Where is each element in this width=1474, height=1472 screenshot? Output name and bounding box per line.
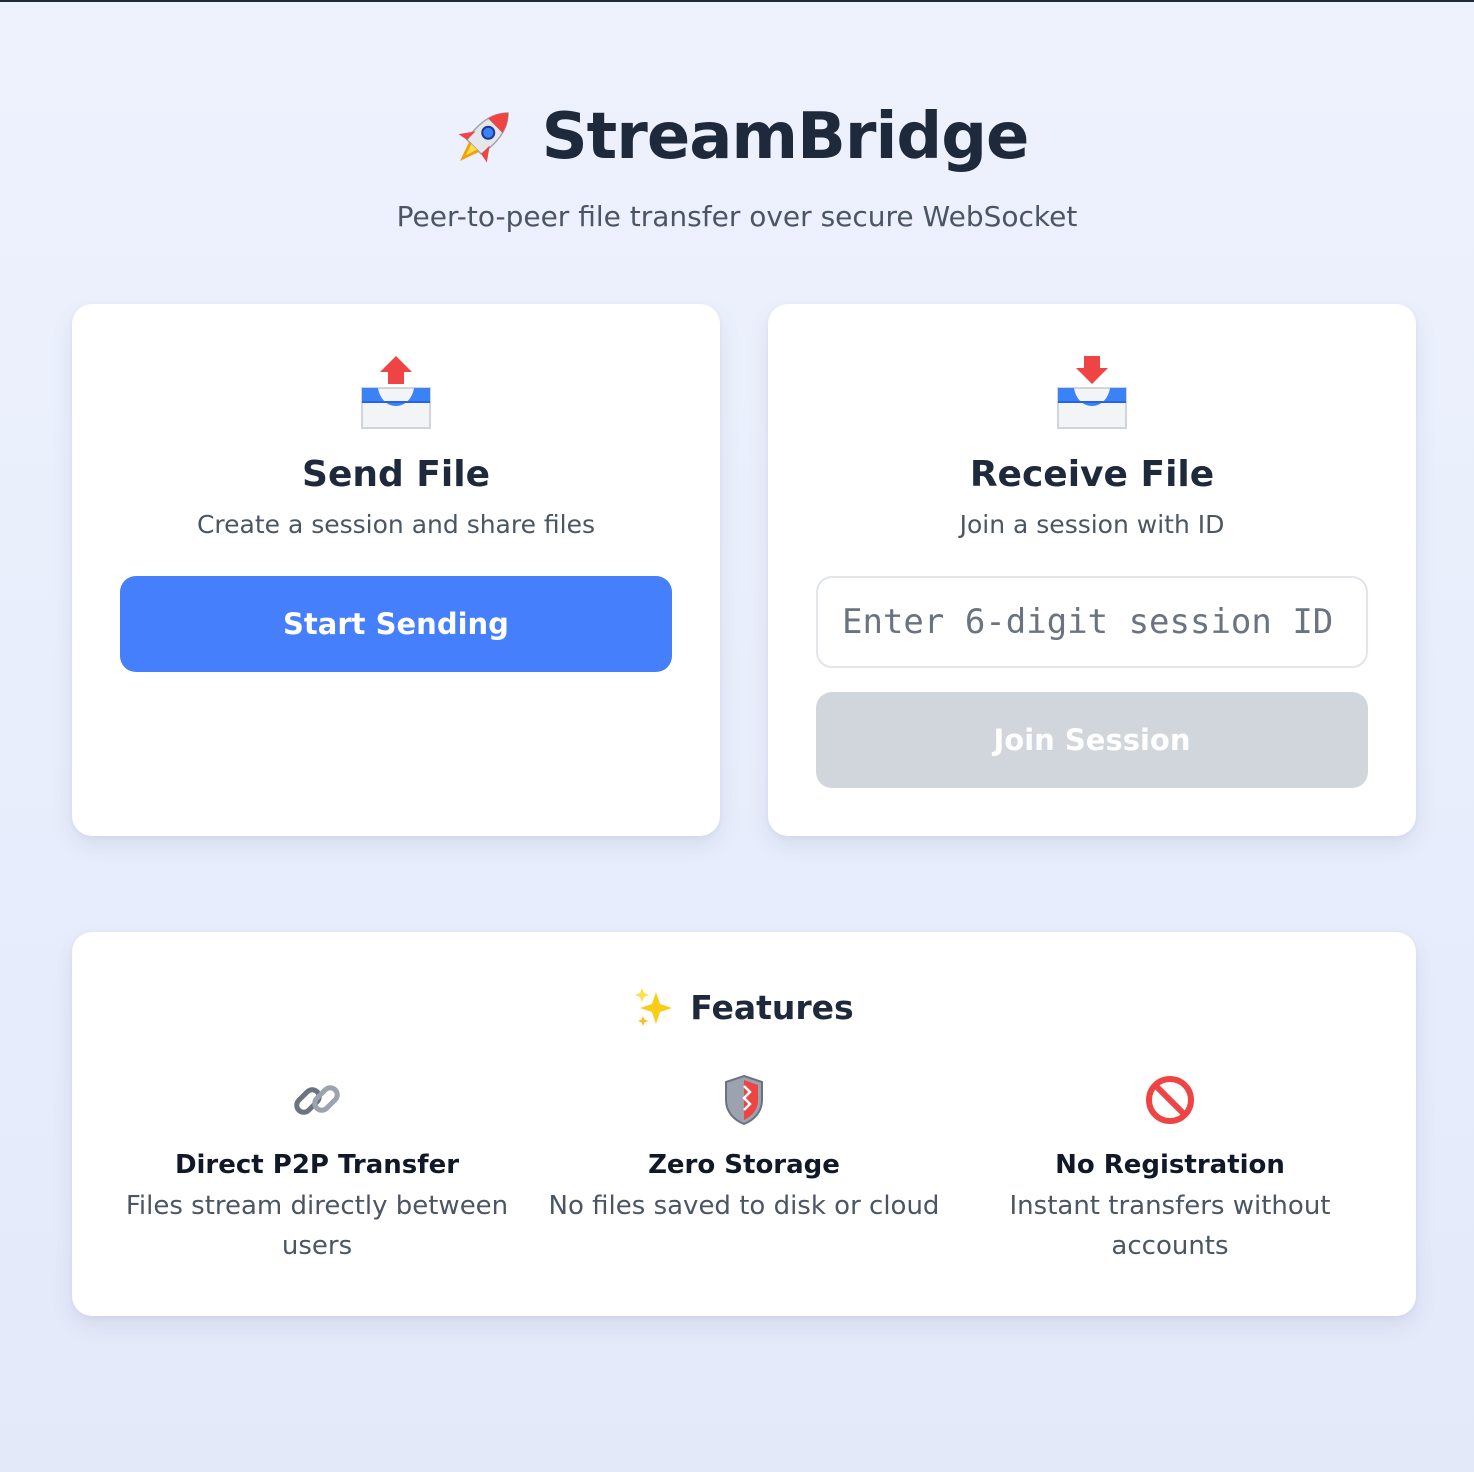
feature-item-registration: No Registration Instant transfers withou… [970,1072,1370,1266]
receive-file-card: Receive File Join a session with ID Join… [768,304,1416,836]
feature-title: No Registration [1055,1150,1285,1180]
send-card-description: Create a session and share files [196,510,596,539]
link-icon [294,1085,340,1115]
receive-card-title: Receive File [969,454,1215,495]
feature-description: Files stream directly between users [125,1191,509,1261]
title-row: StreamBridge [0,92,1474,182]
feature-item-p2p: Direct P2P Transfer Files stream directl… [117,1072,517,1266]
receive-card-description: Join a session with ID [959,510,1225,539]
send-file-card: Send File Create a session and share fil… [72,304,720,836]
app-title: StreamBridge [541,100,1030,174]
feature-title: Direct P2P Transfer [174,1150,460,1180]
page-header: StreamBridge Peer-to-peer file transfer … [0,92,1474,233]
feature-title: Zero Storage [648,1150,840,1180]
outbox-tray-icon [361,356,431,429]
send-card-title: Send File [302,454,490,495]
shield-icon [725,1074,763,1126]
features-heading: Features [72,986,1416,1028]
prohibited-icon [1146,1076,1194,1124]
app-subtitle: Peer-to-peer file transfer over secure W… [396,200,1078,233]
inbox-tray-icon [1057,356,1127,429]
start-sending-button[interactable]: Start Sending [120,576,672,672]
join-session-button[interactable]: Join Session [816,692,1368,788]
session-id-input[interactable] [816,576,1368,668]
feature-item-storage: Zero Storage No files saved to disk or c… [544,1072,944,1226]
feature-description: Instant transfers without accounts [1009,1191,1331,1261]
features-title: Features [690,987,854,1027]
window-top-border [0,0,1474,2]
sparkles-icon [635,988,673,1026]
feature-description: No files saved to disk or cloud [548,1191,940,1221]
features-card: Features Direct P2P Transfer Files strea… [72,932,1416,1316]
rocket-icon [458,112,509,163]
